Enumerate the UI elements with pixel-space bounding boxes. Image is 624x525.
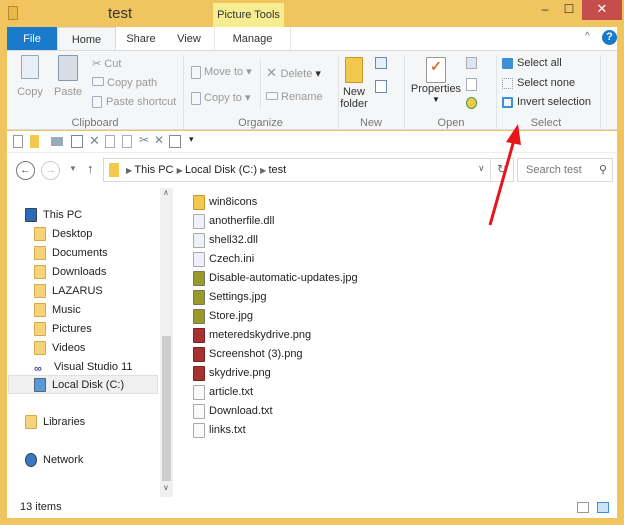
red-arrow-annotation: [488, 124, 521, 226]
arrow-head: [506, 124, 521, 145]
arrow-shaft: [488, 139, 516, 226]
